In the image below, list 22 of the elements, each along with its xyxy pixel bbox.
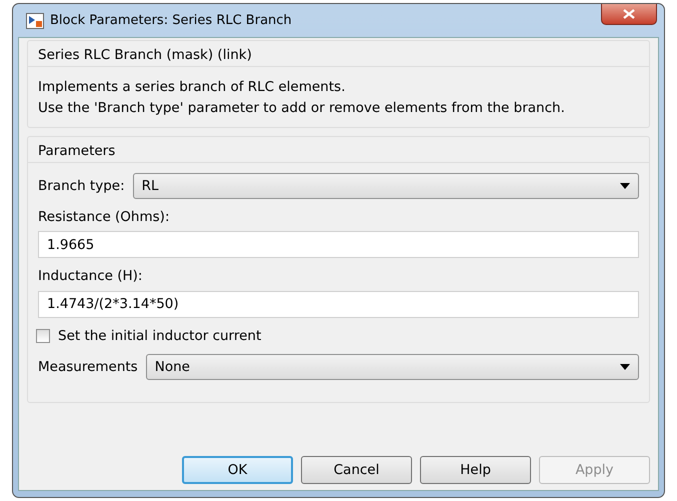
panel-title: Series RLC Branch (mask) (link) [28,41,649,67]
dialog-button[interactable]: Cancel [301,456,412,484]
close-button[interactable] [601,4,657,25]
dropdown[interactable]: None [146,354,639,380]
window-title: Block Parameters: Series RLC Branch [50,12,292,30]
dialog-button[interactable]: OK [182,456,293,484]
caret-icon [620,364,630,370]
text-field[interactable]: 1.4743/(2*3.14*50) [38,290,639,318]
dialog-button[interactable]: Help [420,456,531,484]
field-label: Resistance (Ohms): [38,208,170,227]
block-icon [26,12,44,28]
close-icon [623,9,635,19]
checkbox[interactable] [36,328,50,343]
text-field[interactable]: 1.9665 [38,231,639,258]
caret-icon [620,183,630,189]
field-label: Inductance (H): [38,267,144,286]
dropdown[interactable]: RL [132,173,639,199]
panel-title: Parameters [28,137,649,163]
checkbox-label: Set the initial inductor current [58,326,262,346]
field-label: Measurements [38,358,138,377]
description-text: Implements a series branch of RLC elements. Use the 'Branch type' parameter to add or remove elements from the branch. [38,78,566,118]
field-label: Branch type: [38,176,125,196]
